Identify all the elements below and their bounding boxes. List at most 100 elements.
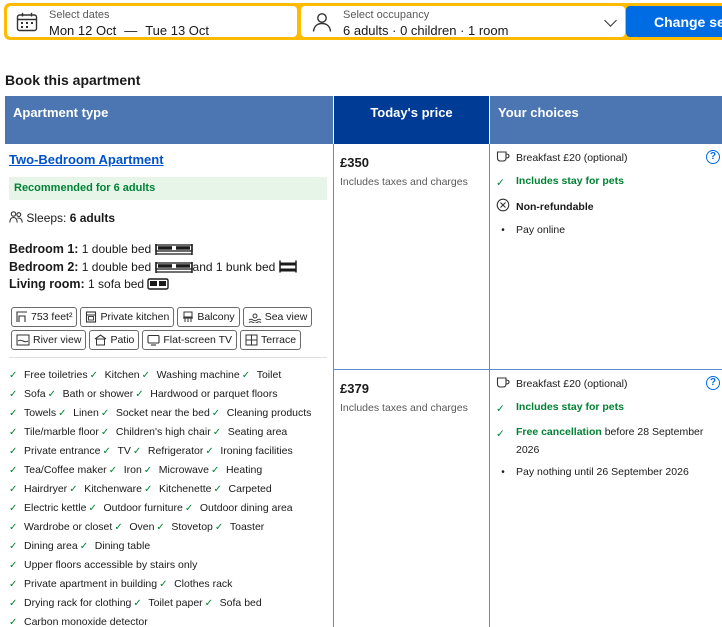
checkmark-icon: ✓ — [214, 522, 224, 533]
breakfast-text: Breakfast £20 (optional) — [516, 378, 628, 390]
facility-item: ✓ Heating — [211, 461, 262, 480]
facility-line: ✓ Carbon monoxide detector — [9, 613, 331, 627]
facility-label: Wardrobe or closet — [24, 521, 113, 533]
facility-item: ✓ Oven — [114, 518, 154, 537]
facility-label: Washing machine — [156, 369, 240, 381]
checkmark-icon: ✓ — [9, 427, 18, 438]
checkmark-icon: ✓ — [141, 370, 151, 381]
facility-label: Carbon monoxide detector — [24, 616, 148, 627]
bullet-icon: • — [501, 225, 505, 236]
facility-label: Seating area — [227, 426, 288, 438]
occupancy-selector[interactable]: Select occupancy 6 adults · 0 children ·… — [301, 6, 625, 38]
facility-item: ✓ Private entrance — [9, 442, 100, 461]
facility-label: Sofa bed — [219, 597, 262, 609]
search-bar: Select dates Mon 12 Oct — Tue 13 Oct Selec… — [4, 3, 722, 40]
bed-description: 1 double bed — [81, 242, 152, 256]
date-picker[interactable]: Select dates Mon 12 Oct — Tue 13 Oct — [7, 6, 297, 38]
facility-item: ✓ Wardrobe or closet — [9, 518, 112, 537]
option-1-breakfast: Breakfast £20 (optional) — [496, 150, 716, 166]
facility-label: Carpeted — [228, 483, 272, 495]
feature-sea-view: Sea view — [242, 307, 313, 327]
option-2-pets: ✓ Includes stay for pets — [496, 399, 716, 417]
feature-label: Flat-screen TV — [163, 334, 233, 346]
checkmark-icon: ✓ — [9, 560, 18, 571]
facility-label: Iron — [123, 464, 142, 476]
facility-label: Bath or shower — [62, 388, 134, 400]
pets-text: Includes stay for pets — [516, 175, 624, 187]
apartment-name-link[interactable]: Two-Bedroom Apartment — [9, 152, 164, 167]
checkmark-icon: ✓ — [79, 541, 89, 552]
facility-label: Stovetop — [171, 521, 213, 533]
help-icon[interactable]: ? — [706, 376, 720, 390]
facility-item: ✓ Kitchenette — [144, 480, 212, 499]
facility-item: ✓ Washing machine — [142, 366, 240, 385]
chevron-down-icon — [604, 14, 617, 27]
feature-label: Terrace — [261, 334, 297, 346]
facility-item: ✓ Toilet — [242, 366, 282, 385]
double-bed-icon — [154, 261, 193, 273]
coffee-cup-icon — [496, 151, 510, 162]
facility-label: Private apartment in building — [24, 578, 158, 590]
feature-label: Patio — [110, 334, 135, 346]
checkmark-icon: ✓ — [9, 408, 18, 419]
room-name: Bedroom 1: — [9, 242, 79, 256]
section-title: Book this apartment — [5, 72, 141, 88]
help-icon[interactable]: ? — [706, 150, 720, 164]
checkmark-icon: ✓ — [69, 484, 78, 495]
occupancy-label: Select occupancy — [343, 9, 430, 21]
option-2-breakfast: Breakfast £20 (optional) — [496, 376, 716, 392]
facility-label: Free toiletries — [24, 369, 88, 381]
coffee-cup-icon — [496, 377, 510, 388]
payment-text: Pay nothing until 26 September 2026 — [516, 466, 689, 478]
facility-item: ✓ Ironing facilities — [205, 442, 292, 461]
option-2-price-note: Includes taxes and charges — [340, 402, 468, 414]
facility-label: Tile/marble floor — [24, 426, 99, 438]
people-icon — [9, 211, 23, 223]
checkmark-icon: ✓ — [88, 503, 97, 514]
living-room: Living room: 1 sofa bed — [9, 276, 297, 294]
facility-item: ✓ Microwave — [144, 461, 209, 480]
facility-line: ✓ Hairdryer ✓ Kitchenware ✓ Kitchenette ✓ Carpe… — [9, 480, 331, 499]
feature-balcony: Balcony — [177, 307, 240, 327]
checkmark-icon: ✓ — [9, 465, 18, 476]
sofa-bed-icon — [147, 278, 170, 290]
facility-item: ✓ TV — [102, 442, 130, 461]
checkmark-icon: ✓ — [156, 522, 165, 533]
person-icon — [312, 13, 332, 32]
checkmark-icon: ✓ — [496, 177, 505, 189]
header-apartment-type: Apartment type — [5, 96, 333, 144]
facility-line: ✓ Private apartment in building ✓ Clothes r… — [9, 575, 331, 594]
facility-line: ✓ Dining area ✓ Dining table — [9, 537, 331, 556]
feature-label: 753 feet² — [31, 311, 73, 323]
checkmark-icon: ✓ — [184, 503, 194, 514]
checkmark-icon: ✓ — [9, 484, 18, 495]
feature-patio: Patio — [89, 330, 140, 350]
checkmark-icon: ✓ — [241, 370, 251, 381]
facility-label: Ironing facilities — [220, 445, 293, 457]
recommended-badge: Recommended for 6 adults — [9, 177, 327, 200]
change-search-button[interactable]: Change sear — [626, 6, 722, 37]
kitchen-icon — [86, 311, 97, 323]
facility-line: ✓ Free toiletries ✓ Kitchen ✓ Washing machine… — [9, 366, 331, 385]
checkmark-icon: ✓ — [204, 598, 214, 609]
facility-label: Toilet — [256, 369, 282, 381]
facility-item: ✓ Drying rack for clothing — [9, 594, 131, 613]
option-2-price: £379 — [340, 381, 369, 396]
facility-label: Hairdryer — [24, 483, 68, 495]
facility-item: ✓ Carpeted — [214, 480, 272, 499]
facility-item: ✓ Socket near the bed — [101, 404, 210, 423]
facility-item: ✓ Iron — [109, 461, 142, 480]
checkmark-icon: ✓ — [143, 484, 153, 495]
feature-label: Private kitchen — [100, 311, 170, 323]
balcony-icon — [183, 311, 194, 322]
bedroom-1: Bedroom 1: 1 double bed — [9, 241, 297, 259]
facility-line: ✓ Drying rack for clothing ✓ Toilet paper ✓ S… — [9, 594, 331, 613]
checkmark-icon: ✓ — [9, 522, 18, 533]
facility-label: Refrigerator — [147, 445, 204, 457]
room-features: 753 feet² Private kitchen Balcony Sea vi… — [11, 307, 331, 353]
checkmark-icon: ✓ — [108, 465, 118, 476]
sea-view-icon — [248, 313, 261, 323]
facility-item: ✓ Stovetop — [156, 518, 212, 537]
feature-label: River view — [33, 334, 82, 346]
facility-item: ✓ Linen — [58, 404, 99, 423]
